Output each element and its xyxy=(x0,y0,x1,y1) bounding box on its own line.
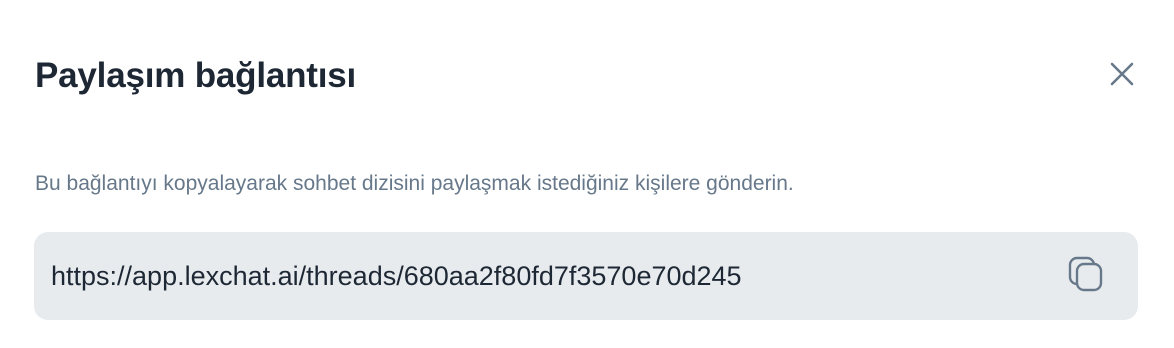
share-link-field[interactable]: https://app.lexchat.ai/threads/680aa2f80… xyxy=(34,232,1138,320)
dialog-description: Bu bağlantıyı kopyalayarak sohbet dizisi… xyxy=(35,172,794,195)
copy-link-button[interactable] xyxy=(1064,254,1108,298)
share-link-dialog: Paylaşım bağlantısı Bu bağlantıyı kopyal… xyxy=(0,0,1174,348)
close-button[interactable] xyxy=(1102,56,1142,96)
share-link-url[interactable]: https://app.lexchat.ai/threads/680aa2f80… xyxy=(51,260,742,292)
close-icon xyxy=(1110,62,1134,91)
dialog-title: Paylaşım bağlantısı xyxy=(35,56,357,95)
copy-icon xyxy=(1067,255,1105,298)
